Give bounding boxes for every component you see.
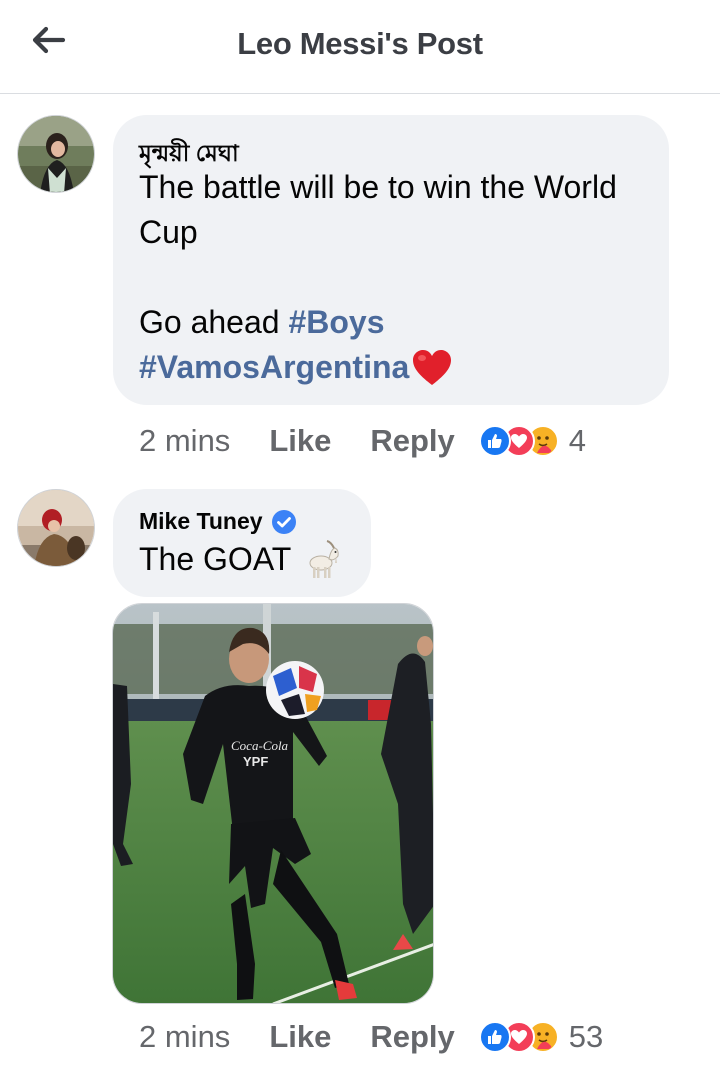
comment-line: The battle will be to win the World [139, 169, 617, 205]
reaction-summary[interactable]: 53 [478, 1019, 604, 1055]
comment-text: The battle will be to win the World Cup … [139, 165, 659, 390]
photo-image: Coca-Cola YPF [113, 604, 433, 1003]
comment-text: The GOAT [139, 537, 343, 582]
reply-button[interactable]: Reply [370, 423, 454, 459]
svg-text:YPF: YPF [243, 754, 268, 769]
comment-line: Cup [139, 214, 198, 250]
comment-bubble: মৃন্ময়ী মেঘা The battle will be to win … [113, 115, 669, 405]
verified-badge-icon [271, 509, 296, 534]
comment-actions: 2 mins Like Reply 4 [139, 420, 586, 462]
comment-line: The GOAT [139, 541, 292, 577]
comment-time[interactable]: 2 mins [139, 423, 230, 459]
avatar-photo [18, 116, 94, 192]
comment-author-row: Mike Tuney [139, 508, 297, 535]
comment-photo[interactable]: Coca-Cola YPF [112, 603, 434, 1004]
avatar[interactable] [17, 489, 95, 567]
comment-line: Go ahead #Boys [139, 300, 659, 345]
like-button[interactable]: Like [269, 1019, 331, 1055]
page-title: Leo Messi's Post [237, 26, 483, 61]
red-heart-emoji [413, 349, 452, 385]
comment-bubble: Mike Tuney The GOAT [113, 489, 371, 597]
goat-emoji [309, 539, 340, 578]
like-reaction-icon [478, 425, 511, 457]
like-reaction-icon [478, 1021, 511, 1053]
reaction-summary[interactable]: 4 [478, 423, 587, 459]
comment-line: #VamosArgentina [139, 345, 659, 390]
reply-button[interactable]: Reply [370, 1019, 454, 1055]
avatar[interactable] [17, 115, 95, 193]
like-button[interactable]: Like [269, 423, 331, 459]
top-bar: Leo Messi's Post [0, 0, 720, 94]
avatar-photo [18, 490, 94, 566]
comment-time[interactable]: 2 mins [139, 1019, 230, 1055]
reaction-count: 53 [568, 1019, 604, 1054]
comment-actions: 2 mins Like Reply 53 [139, 1016, 603, 1058]
comment-line-text: Go ahead [139, 304, 289, 340]
hashtag-link[interactable]: #Boys [288, 304, 384, 340]
svg-text:Coca-Cola: Coca-Cola [231, 738, 289, 753]
hashtag-link[interactable]: #VamosArgentina [139, 345, 409, 390]
reaction-count: 4 [568, 423, 587, 458]
comment-author[interactable]: Mike Tuney [139, 508, 263, 535]
